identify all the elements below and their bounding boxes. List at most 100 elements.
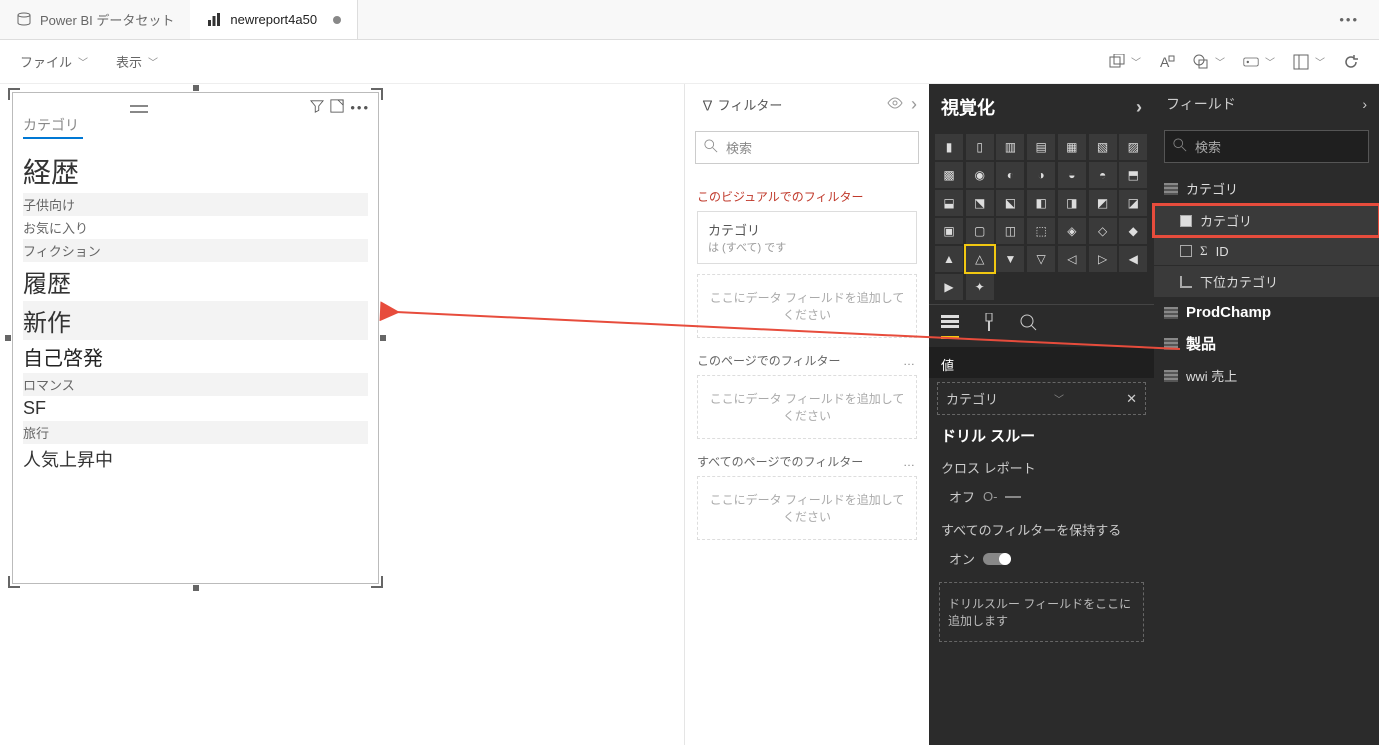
category-item[interactable]: 人気上昇中 — [23, 444, 368, 474]
filters-visual-dropzone[interactable]: ここにデータ フィールドを追加してください — [697, 274, 917, 338]
viz-type-20[interactable]: ◪ — [1119, 190, 1147, 216]
viz-type-14[interactable]: ⬓ — [935, 190, 963, 216]
viz-type-19[interactable]: ◩ — [1089, 190, 1117, 216]
table-prodchamp[interactable]: ProdChamp — [1154, 298, 1379, 327]
filter-card-category[interactable]: カテゴリ は (すべて) です — [697, 211, 917, 264]
viz-type-17[interactable]: ◧ — [1027, 190, 1055, 216]
format-tab-icon[interactable] — [981, 313, 997, 339]
viz-type-34[interactable]: ◀ — [1119, 246, 1147, 272]
viz-type-22[interactable]: ▢ — [966, 218, 994, 244]
drag-grip-icon[interactable] — [130, 101, 148, 116]
cmd-shapes[interactable]: ﹀ — [1189, 50, 1229, 74]
viz-type-31[interactable]: ▽ — [1027, 246, 1055, 272]
viz-type-36[interactable]: ✦ — [966, 274, 994, 300]
fields-search[interactable]: 検索 — [1164, 130, 1369, 163]
viz-type-8[interactable]: ◉ — [966, 162, 994, 188]
viz-type-2[interactable]: ▥ — [996, 134, 1024, 160]
keep-filters-toggle[interactable] — [983, 553, 1011, 565]
category-item[interactable]: 経歴 — [23, 149, 368, 193]
viz-type-16[interactable]: ⬕ — [996, 190, 1024, 216]
cmd-refresh[interactable] — [1339, 50, 1363, 74]
viz-type-6[interactable]: ▨ — [1119, 134, 1147, 160]
category-item[interactable]: 子供向け — [23, 193, 368, 216]
cmd-layout[interactable]: ﹀ — [1289, 50, 1329, 74]
more-icon[interactable]: … — [903, 354, 917, 368]
report-canvas[interactable]: ••• カテゴリ 経歴子供向けお気に入りフィクション履歴新作自己啓発ロマンスSF… — [0, 84, 684, 745]
viz-type-7[interactable]: ▩ — [935, 162, 963, 188]
filters-all-dropzone[interactable]: ここにデータ フィールドを追加してください — [697, 476, 917, 540]
table-wwi-sales[interactable]: wwi 売上 — [1154, 360, 1379, 391]
viz-type-3[interactable]: ▤ — [1027, 134, 1055, 160]
drillthrough-dropzone[interactable]: ドリルスルー フィールドをここに追加します — [939, 582, 1144, 642]
viz-type-30[interactable]: ▼ — [996, 246, 1024, 272]
table-icon — [1164, 370, 1178, 382]
checkbox-icon[interactable] — [1180, 245, 1192, 257]
tabs-more-button[interactable]: ••• — [1319, 12, 1379, 27]
viz-type-11[interactable]: ◒ — [1058, 162, 1086, 188]
table-product[interactable]: 製品 — [1154, 327, 1379, 360]
viz-type-26[interactable]: ◇ — [1089, 218, 1117, 244]
viz-type-28[interactable]: ▲ — [935, 246, 963, 272]
viz-type-12[interactable]: ◓ — [1089, 162, 1117, 188]
category-item[interactable]: 新作 — [23, 301, 368, 340]
analytics-tab-icon[interactable] — [1019, 313, 1037, 339]
category-item[interactable]: 履歴 — [23, 262, 368, 301]
resize-handle-left[interactable] — [5, 335, 11, 341]
viz-type-21[interactable]: ▣ — [935, 218, 963, 244]
viz-type-13[interactable]: ⬒ — [1119, 162, 1147, 188]
cmd-buttons[interactable]: ﹀ — [1239, 50, 1279, 74]
cmd-explore[interactable]: ﹀ — [1105, 50, 1145, 74]
chevron-right-icon[interactable]: › — [911, 94, 917, 115]
checkbox-checked-icon[interactable] — [1180, 215, 1192, 227]
viz-type-5[interactable]: ▧ — [1089, 134, 1117, 160]
tab-report[interactable]: newreport4a50 — [190, 0, 358, 39]
chevron-right-icon[interactable]: › — [1136, 97, 1142, 118]
filters-search[interactable]: 検索 — [695, 131, 919, 164]
chevron-right-icon[interactable]: › — [1362, 96, 1367, 112]
category-item[interactable]: フィクション — [23, 239, 368, 262]
resize-handle-bottom[interactable] — [193, 585, 199, 591]
viz-type-35[interactable]: ▶ — [935, 274, 963, 300]
viz-type-27[interactable]: ◆ — [1119, 218, 1147, 244]
filters-page-dropzone[interactable]: ここにデータ フィールドを追加してください — [697, 375, 917, 439]
main-area: ••• カテゴリ 経歴子供向けお気に入りフィクション履歴新作自己啓発ロマンスSF… — [0, 84, 1379, 745]
fields-tab-icon[interactable] — [941, 313, 959, 339]
field-subcategory-column[interactable]: 下位カテゴリ — [1154, 266, 1379, 297]
filter-icon[interactable] — [310, 99, 324, 116]
remove-field-icon[interactable]: ✕ — [1126, 391, 1137, 407]
table-category[interactable]: カテゴリ — [1154, 173, 1379, 204]
focus-mode-icon[interactable] — [330, 99, 344, 116]
viz-type-10[interactable]: ◑ — [1027, 162, 1055, 188]
category-item[interactable]: お気に入り — [23, 216, 368, 239]
category-item[interactable]: ロマンス — [23, 373, 368, 396]
category-item[interactable]: 自己啓発 — [23, 340, 368, 373]
menu-file[interactable]: ファイル﹀ — [16, 48, 92, 75]
viz-type-4[interactable]: ▦ — [1058, 134, 1086, 160]
more-icon[interactable]: … — [903, 455, 917, 469]
category-item[interactable]: SF — [23, 396, 368, 421]
viz-type-32[interactable]: ◁ — [1058, 246, 1086, 272]
cmd-text[interactable]: A — [1155, 50, 1179, 74]
resize-handle-top[interactable] — [193, 85, 199, 91]
eye-icon[interactable] — [887, 97, 903, 112]
viz-type-1[interactable]: ▯ — [966, 134, 994, 160]
tab-dataset[interactable]: Power BI データセット — [0, 0, 190, 39]
field-category-column[interactable]: カテゴリ — [1154, 205, 1379, 236]
viz-type-15[interactable]: ⬔ — [966, 190, 994, 216]
resize-handle-right[interactable] — [380, 335, 386, 341]
menu-view[interactable]: 表示﹀ — [112, 48, 162, 75]
viz-type-0[interactable]: ▮ — [935, 134, 963, 160]
more-options-icon[interactable]: ••• — [350, 100, 370, 115]
chevron-down-icon[interactable]: ﹀ — [1054, 391, 1064, 406]
value-field-chip[interactable]: カテゴリ ﹀ ✕ — [937, 382, 1146, 415]
field-id-column[interactable]: Σ ID — [1154, 237, 1379, 265]
viz-type-9[interactable]: ◐ — [996, 162, 1024, 188]
viz-type-29[interactable]: △ — [966, 246, 994, 272]
viz-type-18[interactable]: ◨ — [1058, 190, 1086, 216]
word-cloud-visual[interactable]: ••• カテゴリ 経歴子供向けお気に入りフィクション履歴新作自己啓発ロマンスSF… — [8, 88, 383, 588]
viz-type-25[interactable]: ◈ — [1058, 218, 1086, 244]
category-item[interactable]: 旅行 — [23, 421, 368, 444]
viz-type-24[interactable]: ⬚ — [1027, 218, 1055, 244]
viz-type-23[interactable]: ◫ — [996, 218, 1024, 244]
viz-type-33[interactable]: ▷ — [1089, 246, 1117, 272]
